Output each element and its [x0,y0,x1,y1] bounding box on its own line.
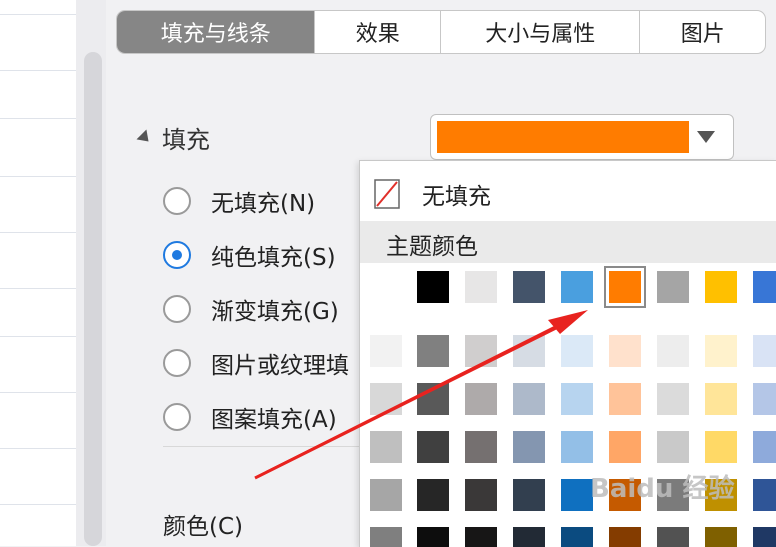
fill-option-label: 图片或纹理填 [211,353,349,379]
shade-color-swatch[interactable] [657,527,689,547]
document-row-line [0,118,76,119]
fill-section-header[interactable]: 填充 [136,120,210,155]
shade-color-swatch[interactable] [753,383,776,415]
shade-color-swatch[interactable] [753,431,776,463]
shade-color-swatch[interactable] [753,335,776,367]
fill-section-title: 填充 [162,126,210,154]
fill-option-label: 纯色填充(S) [211,245,336,271]
theme-color-swatch[interactable] [561,271,593,303]
shade-color-swatch[interactable] [657,335,689,367]
shade-color-swatch[interactable] [657,431,689,463]
shade-color-swatch[interactable] [417,527,449,547]
shade-color-swatch[interactable] [705,383,737,415]
fill-option-1[interactable]: 纯色填充(S) [163,238,336,272]
document-area [0,0,77,546]
shade-color-swatch[interactable] [609,335,641,367]
fill-option-label: 渐变填充(G) [211,299,339,325]
document-row-line [0,232,76,233]
shade-color-swatch[interactable] [561,527,593,547]
shade-color-swatch[interactable] [417,479,449,511]
shade-color-swatch[interactable] [513,431,545,463]
theme-color-swatch[interactable] [705,271,737,303]
radio-button[interactable] [163,241,191,269]
shade-color-swatch[interactable] [513,335,545,367]
radio-button[interactable] [163,349,191,377]
no-fill-label: 无填充 [422,184,491,210]
shade-color-swatch[interactable] [465,431,497,463]
document-row-line [0,14,76,15]
shade-color-swatch[interactable] [465,383,497,415]
shade-color-swatch[interactable] [753,527,776,547]
theme-color-swatch[interactable] [604,266,646,308]
tab-0[interactable]: 填充与线条 [117,11,316,53]
document-row-line [0,392,76,393]
dropdown-arrow-icon[interactable] [697,131,715,143]
shade-color-swatch[interactable] [609,527,641,547]
tab-2[interactable]: 大小与属性 [441,11,641,53]
document-row-line [0,336,76,337]
shade-color-swatch[interactable] [561,335,593,367]
shade-color-swatch[interactable] [513,383,545,415]
document-row-line [0,176,76,177]
shade-color-swatch[interactable] [370,527,402,547]
shade-color-swatch[interactable] [657,383,689,415]
theme-color-swatch[interactable] [370,271,402,303]
shade-color-swatch[interactable] [370,479,402,511]
shade-color-swatch[interactable] [705,335,737,367]
theme-color-swatch[interactable] [465,271,497,303]
theme-color-swatch[interactable] [753,271,776,303]
tab-3[interactable]: 图片 [640,11,765,53]
theme-colors-header: 主题颜色 [360,221,776,263]
document-row-line [0,504,76,505]
shade-color-swatch[interactable] [561,431,593,463]
no-fill-icon [374,179,400,209]
fill-option-2[interactable]: 渐变填充(G) [163,292,339,326]
fill-option-label: 无填充(N) [211,191,316,217]
fill-option-label: 图案填充(A) [211,407,337,433]
shade-color-swatch[interactable] [465,527,497,547]
collapse-triangle-icon[interactable] [136,129,154,146]
baidu-watermark: Baidu 经验 [590,474,735,504]
theme-color-swatch[interactable] [657,271,689,303]
color-label: 颜色(C) [163,514,244,540]
shade-color-swatch[interactable] [417,383,449,415]
shade-color-swatch[interactable] [465,335,497,367]
shade-color-swatch[interactable] [513,479,545,511]
no-fill-option[interactable]: 无填充 [374,177,491,211]
shade-color-swatch[interactable] [609,431,641,463]
radio-button[interactable] [163,187,191,215]
shade-color-swatch[interactable] [705,527,737,547]
fill-option-4[interactable]: 图案填充(A) [163,400,337,434]
theme-colors-label: 主题颜色 [386,234,478,260]
shade-color-swatch[interactable] [417,431,449,463]
selected-color-swatch[interactable] [437,121,689,153]
fill-color-dropdown[interactable] [430,114,734,160]
document-row-line [0,288,76,289]
shade-color-swatch[interactable] [370,431,402,463]
radio-button[interactable] [163,403,191,431]
document-row-line [0,70,76,71]
shade-color-swatch[interactable] [705,431,737,463]
shade-color-swatch[interactable] [561,383,593,415]
shade-color-swatch[interactable] [609,383,641,415]
fill-option-3[interactable]: 图片或纹理填 [163,346,349,380]
shade-color-swatch[interactable] [561,479,593,511]
property-tabs: 填充与线条 效果 大小与属性 图片 [116,10,766,54]
fill-option-0[interactable]: 无填充(N) [163,184,315,218]
shade-color-swatch[interactable] [465,479,497,511]
shade-color-swatch[interactable] [370,335,402,367]
theme-color-swatch[interactable] [417,271,449,303]
tab-1[interactable]: 效果 [315,11,441,53]
shade-color-swatch[interactable] [753,479,776,511]
theme-color-swatch[interactable] [513,271,545,303]
document-row-line [0,448,76,449]
shade-color-swatch[interactable] [370,383,402,415]
radio-button[interactable] [163,295,191,323]
divider [163,446,363,447]
scrollbar-thumb[interactable] [84,52,102,546]
shade-color-swatch[interactable] [513,527,545,547]
shade-color-swatch[interactable] [417,335,449,367]
